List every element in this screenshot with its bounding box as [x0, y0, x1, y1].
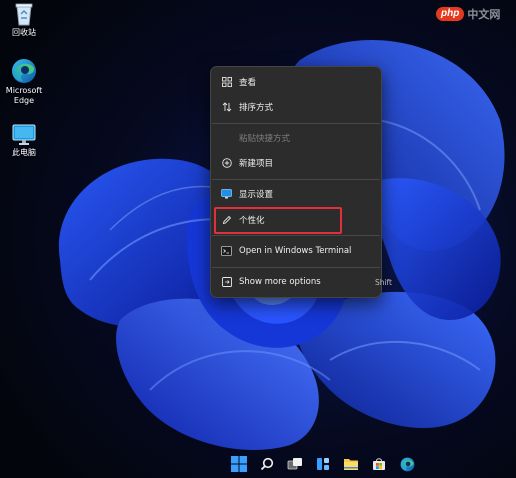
watermark: php 中文网 [436, 6, 500, 22]
widgets-button[interactable] [313, 454, 333, 474]
menu-item-label: 查看 [239, 78, 257, 88]
start-button[interactable] [229, 454, 249, 474]
desktop-icon-edge[interactable]: Microsoft Edge [0, 58, 48, 106]
menu-item-new[interactable]: 新建项目 [215, 152, 376, 174]
menu-item-label: 显示设置 [239, 190, 274, 200]
menu-item-display-settings[interactable]: 显示设置 [215, 183, 376, 205]
taskbar [0, 450, 516, 478]
start-icon [231, 456, 247, 472]
file-explorer-icon [344, 459, 358, 470]
edge-icon [400, 457, 414, 471]
watermark-logo: php [436, 7, 465, 21]
desktop[interactable]: php 中文网 回收站 Microsoft Edge 此电脑 查看 排序方式 粘… [0, 0, 516, 478]
menu-item-label: 排序方式 [239, 103, 274, 113]
more-options-icon [221, 277, 232, 288]
highlight-annotation-box [214, 207, 342, 234]
menu-separator [212, 123, 380, 124]
desktop-icon-recycle-bin[interactable]: 回收站 [0, 2, 48, 38]
desktop-icon-label: Microsoft Edge [5, 86, 43, 105]
menu-item-shortcut: Shift [374, 277, 392, 287]
widgets-icon [317, 458, 329, 470]
search-icon [260, 457, 274, 471]
desktop-icon-label: 回收站 [12, 28, 36, 37]
menu-separator [212, 267, 380, 268]
grid-icon [221, 77, 232, 88]
menu-item-label: Show more options [239, 277, 321, 287]
menu-separator [212, 235, 380, 236]
menu-item-view[interactable]: 查看 [215, 71, 376, 93]
search-button[interactable] [257, 454, 277, 474]
watermark-text: 中文网 [467, 8, 501, 21]
store-icon [373, 458, 385, 470]
menu-separator [212, 179, 380, 180]
desktop-icon-label: 此电脑 [12, 148, 36, 157]
task-view-button[interactable] [285, 454, 305, 474]
menu-item-paste-shortcut[interactable]: 粘贴快捷方式 [215, 127, 376, 149]
task-view-icon [287, 458, 302, 470]
terminal-icon [221, 246, 232, 257]
menu-item-label: Open in Windows Terminal [239, 246, 352, 256]
menu-item-open-terminal[interactable]: Open in Windows Terminal [215, 240, 376, 262]
menu-item-show-more-options[interactable]: Show more options Shift [215, 271, 392, 293]
menu-item-label: 粘贴快捷方式 [239, 134, 291, 144]
menu-item-sort-by[interactable]: 排序方式 [215, 96, 376, 118]
edge-taskbar-button[interactable] [397, 454, 417, 474]
recycle-bin-icon [15, 3, 33, 26]
sort-icon [221, 102, 232, 113]
menu-item-label: 新建项目 [239, 159, 274, 169]
display-icon [221, 189, 232, 200]
store-button[interactable] [369, 454, 389, 474]
file-explorer-button[interactable] [341, 454, 361, 474]
desktop-icon-this-pc[interactable]: 此电脑 [0, 124, 48, 158]
monitor-icon [12, 124, 36, 145]
context-menu: 查看 排序方式 粘贴快捷方式 新建项目 显示设置 个性化 Open in Win… [210, 66, 392, 298]
edge-icon [12, 59, 36, 83]
plus-circle-icon [221, 158, 232, 169]
